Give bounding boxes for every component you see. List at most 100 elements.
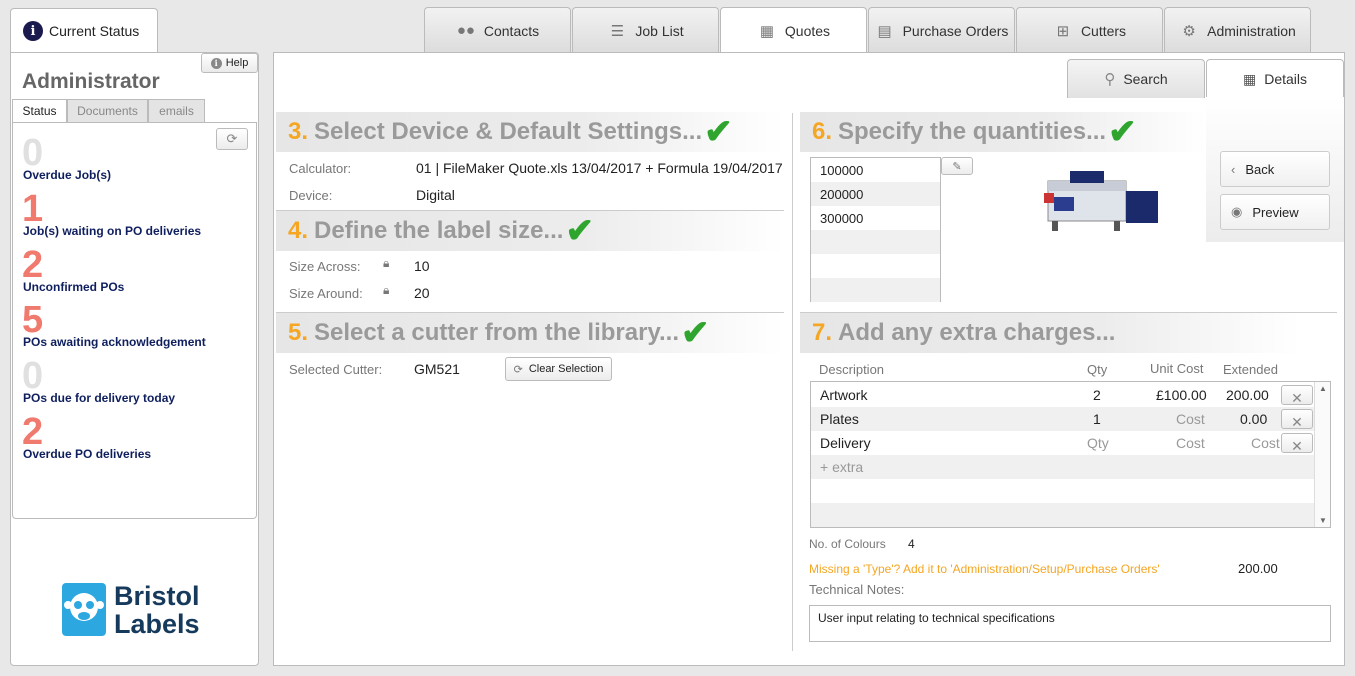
current-status-tab[interactable]: i Current Status [10, 8, 158, 53]
delete-row-button[interactable]: ✕ [1281, 409, 1313, 430]
info-icon: i [23, 21, 43, 41]
help-button[interactable]: i Help [201, 53, 258, 73]
device-value[interactable]: Digital [416, 187, 455, 203]
calculator-icon: ▦ [759, 22, 775, 40]
section-6-header: 6. Specify the quantities... ✔ [800, 112, 1206, 152]
lock-icon[interactable]: 🔒︎ [383, 283, 389, 298]
cutter-value[interactable]: GM521 [414, 361, 460, 377]
header-unit-cost: Unit Cost [1150, 361, 1204, 376]
tab-label: Cutters [1080, 22, 1127, 39]
tab-label: Contacts [483, 22, 540, 39]
size-around-value[interactable]: 20 [414, 285, 430, 301]
colours-label: No. of Colours [809, 537, 886, 551]
cell-description[interactable]: Delivery [820, 435, 871, 451]
tab-quotes[interactable]: ▦ Quotes [720, 7, 867, 53]
lock-icon[interactable]: 🔒︎ [383, 256, 389, 271]
technical-notes-label: Technical Notes: [809, 582, 905, 597]
check-icon: ✔ [681, 314, 710, 352]
cell-description[interactable]: Artwork [820, 387, 867, 403]
user-title: Administrator [22, 70, 160, 93]
tab-label: Search [1123, 71, 1168, 87]
size-across-value[interactable]: 10 [414, 258, 430, 274]
close-icon: ✕ [1291, 438, 1303, 454]
table-row [811, 503, 1315, 527]
list-item[interactable]: 300000 [811, 206, 940, 230]
colours-value[interactable]: 4 [908, 537, 915, 551]
section-number: 5. [288, 319, 309, 346]
details-icon: ▦ [1242, 70, 1257, 87]
section-7-header: 7. Add any extra charges... [800, 313, 1300, 353]
list-item[interactable]: 200000 [811, 182, 940, 206]
list-item[interactable] [811, 254, 940, 278]
pencil-icon: ✎ [952, 160, 962, 173]
tab-cutters[interactable]: ⊞ Cutters [1016, 7, 1163, 53]
cell-extended: 200.00 [1226, 387, 1269, 403]
tab-administration[interactable]: ⚙ Administration [1164, 7, 1311, 53]
delete-row-button[interactable]: ✕ [1281, 385, 1313, 406]
tab-label: Job List [635, 22, 684, 39]
subtab-documents[interactable]: Documents [67, 99, 148, 122]
technical-notes-value: User input relating to technical specifi… [818, 611, 1055, 625]
subtab-emails[interactable]: emails [148, 99, 205, 122]
device-label: Device: [289, 188, 333, 203]
preview-button[interactable]: ◉ Preview [1220, 194, 1330, 230]
stat-count-awaiting-ack: 5 [22, 299, 44, 341]
clear-selection-button[interactable]: ⟳ Clear Selection [505, 357, 612, 381]
back-button[interactable]: ‹ Back [1220, 151, 1330, 187]
cell-qty[interactable]: 1 [1093, 411, 1101, 427]
tab-job-list[interactable]: ☰ Job List [572, 7, 719, 53]
list-item[interactable]: 100000 [811, 158, 940, 182]
add-extra-placeholder[interactable]: + extra [820, 459, 863, 475]
tab-contacts[interactable]: ●● Contacts [424, 7, 571, 53]
back-label: Back [1245, 161, 1275, 177]
header-qty: Qty [1087, 362, 1108, 377]
stat-count-unconfirmed-po: 2 [22, 244, 44, 286]
section-title: Define the label size... [314, 217, 564, 244]
preview-label: Preview [1252, 204, 1299, 220]
edit-quantities-button[interactable]: ✎ [941, 157, 973, 175]
check-icon: ✔ [565, 212, 594, 250]
chevron-left-icon: ‹ [1231, 161, 1236, 177]
stat-label-due-today[interactable]: POs due for delivery today [23, 391, 175, 405]
table-row[interactable]: Plates 1 Cost 0.00 ✕ [811, 407, 1315, 431]
chevron-down-icon[interactable]: ▼ [1319, 516, 1327, 525]
quantity-list[interactable]: 100000 200000 300000 [810, 157, 941, 302]
calculator-value[interactable]: 01 | FileMaker Quote.xls 13/04/2017 + Fo… [416, 160, 783, 176]
table-icon: ▤ [877, 22, 892, 40]
list-item[interactable] [811, 230, 940, 254]
stat-label-awaiting-ack[interactable]: POs awaiting acknowledgement [23, 335, 206, 349]
technical-notes-field[interactable]: User input relating to technical specifi… [809, 605, 1331, 642]
stat-label-unconfirmed-po[interactable]: Unconfirmed POs [23, 280, 124, 294]
search-icon: ⚲ [1104, 71, 1116, 88]
size-across-label: Size Across: [289, 259, 361, 274]
refresh-icon: ⟳ [513, 363, 523, 376]
printer-image [1040, 163, 1164, 241]
cell-unit-cost[interactable]: £100.00 [1156, 387, 1207, 403]
delete-row-button[interactable]: ✕ [1281, 433, 1313, 454]
gear-icon: ⚙ [1182, 22, 1196, 40]
table-row[interactable]: Artwork 2 £100.00 200.00 ✕ [811, 383, 1315, 407]
cell-qty[interactable]: 2 [1093, 387, 1101, 403]
stat-label-overdue-jobs[interactable]: Overdue Job(s) [23, 168, 111, 182]
tab-label: Purchase Orders [902, 22, 1009, 39]
cell-unit-cost[interactable]: Cost [1176, 435, 1205, 451]
subtab-status[interactable]: Status [12, 99, 67, 122]
logo-text: Bristol Labels [114, 582, 200, 638]
tab-search[interactable]: ⚲ Search [1067, 59, 1205, 98]
refresh-button[interactable]: ⟳ [216, 128, 248, 150]
scrollbar[interactable]: ▲ ▼ [1314, 382, 1330, 527]
list-item[interactable] [811, 278, 940, 302]
cell-description[interactable]: Plates [820, 411, 859, 427]
tab-purchase-orders[interactable]: ▤ Purchase Orders [868, 7, 1015, 53]
cell-qty[interactable]: Qty [1087, 435, 1109, 451]
tab-details[interactable]: ▦ Details [1206, 59, 1344, 98]
stat-label-waiting-po[interactable]: Job(s) waiting on PO deliveries [23, 224, 201, 238]
clear-selection-label: Clear Selection [528, 363, 604, 375]
cell-unit-cost[interactable]: Cost [1176, 411, 1205, 427]
chevron-up-icon[interactable]: ▲ [1319, 384, 1327, 393]
add-extra-row[interactable]: + extra [811, 455, 1315, 479]
table-row[interactable]: Delivery Qty Cost Cost ✕ [811, 431, 1315, 455]
stat-label-overdue-po[interactable]: Overdue PO deliveries [23, 447, 151, 461]
tab-label: Quotes [784, 22, 831, 39]
cutter-label: Selected Cutter: [289, 362, 383, 377]
